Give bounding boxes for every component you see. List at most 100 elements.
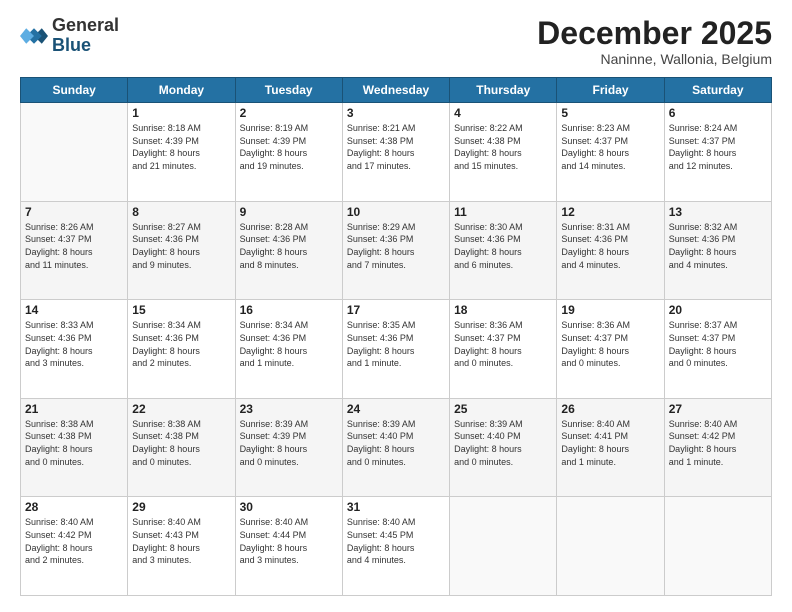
table-row: 6 Sunrise: 8:24 AMSunset: 4:37 PMDaylight…	[664, 103, 771, 202]
header-wednesday: Wednesday	[342, 78, 449, 103]
day-number: 8	[132, 205, 230, 219]
day-info: Sunrise: 8:30 AMSunset: 4:36 PMDaylight:…	[454, 221, 552, 271]
table-row: 8 Sunrise: 8:27 AMSunset: 4:36 PMDaylight…	[128, 201, 235, 300]
day-number: 14	[25, 303, 123, 317]
day-number: 4	[454, 106, 552, 120]
table-row: 11Sunrise: 8:30 AMSunset: 4:36 PMDayligh…	[450, 201, 557, 300]
day-number: 6	[669, 106, 767, 120]
calendar-table: Sunday Monday Tuesday Wednesday Thursday…	[20, 77, 772, 596]
table-row: 25 Sunrise: 8:39 AMSunset: 4:40 PMDayligh…	[450, 398, 557, 497]
day-number: 16	[240, 303, 338, 317]
day-number: 21	[25, 402, 123, 416]
table-row: 24 Sunrise: 8:39 AMSunset: 4:40 PMDayligh…	[342, 398, 449, 497]
day-number: 1	[132, 106, 230, 120]
table-row	[21, 103, 128, 202]
table-row: 20 Sunrise: 8:37 AMSunset: 4:37 PMDayligh…	[664, 300, 771, 399]
day-info: Sunrise: 8:31 AMSunset: 4:36 PMDaylight:…	[561, 221, 659, 271]
day-number: 28	[25, 500, 123, 514]
logo-general-text: General	[52, 15, 119, 35]
table-row	[664, 497, 771, 596]
title-block: December 2025 Naninne, Wallonia, Belgium	[537, 16, 772, 67]
day-info: Sunrise: 8:39 AMSunset: 4:40 PMDaylight:…	[454, 418, 552, 468]
day-info: Sunrise: 8:40 AMSunset: 4:43 PMDaylight:…	[132, 516, 230, 566]
day-info: Sunrise: 8:34 AMSunset: 4:36 PMDaylight:…	[240, 319, 338, 369]
day-number: 23	[240, 402, 338, 416]
weekday-header-row: Sunday Monday Tuesday Wednesday Thursday…	[21, 78, 772, 103]
day-info: Sunrise: 8:40 AMSunset: 4:42 PMDaylight:…	[25, 516, 123, 566]
month-title: December 2025	[537, 16, 772, 51]
table-row: 29 Sunrise: 8:40 AMSunset: 4:43 PMDayligh…	[128, 497, 235, 596]
table-row: 18Sunrise: 8:36 AMSunset: 4:37 PMDayligh…	[450, 300, 557, 399]
header-sunday: Sunday	[21, 78, 128, 103]
header-friday: Friday	[557, 78, 664, 103]
table-row: 28 Sunrise: 8:40 AMSunset: 4:42 PMDayligh…	[21, 497, 128, 596]
header-thursday: Thursday	[450, 78, 557, 103]
header: General Blue December 2025 Naninne, Wall…	[20, 16, 772, 67]
table-row: 30 Sunrise: 8:40 AMSunset: 4:44 PMDayligh…	[235, 497, 342, 596]
table-row: 1Sunrise: 8:18 AMSunset: 4:39 PMDaylight…	[128, 103, 235, 202]
table-row	[450, 497, 557, 596]
day-number: 17	[347, 303, 445, 317]
table-row: 14Sunrise: 8:33 AMSunset: 4:36 PMDayligh…	[21, 300, 128, 399]
table-row: 13Sunrise: 8:32 AMSunset: 4:36 PMDayligh…	[664, 201, 771, 300]
day-info: Sunrise: 8:38 AMSunset: 4:38 PMDaylight:…	[25, 418, 123, 468]
day-info: Sunrise: 8:26 AMSunset: 4:37 PMDaylight:…	[25, 221, 123, 271]
day-info: Sunrise: 8:32 AMSunset: 4:36 PMDaylight:…	[669, 221, 767, 271]
day-number: 29	[132, 500, 230, 514]
table-row: 21 Sunrise: 8:38 AMSunset: 4:38 PMDayligh…	[21, 398, 128, 497]
day-info: Sunrise: 8:34 AMSunset: 4:36 PMDaylight:…	[132, 319, 230, 369]
day-info: Sunrise: 8:22 AMSunset: 4:38 PMDaylight:…	[454, 122, 552, 172]
table-row: 12Sunrise: 8:31 AMSunset: 4:36 PMDayligh…	[557, 201, 664, 300]
table-row: 27Sunrise: 8:40 AMSunset: 4:42 PMDayligh…	[664, 398, 771, 497]
table-row: 3 Sunrise: 8:21 AMSunset: 4:38 PMDaylight…	[342, 103, 449, 202]
day-number: 19	[561, 303, 659, 317]
table-row: 23Sunrise: 8:39 AMSunset: 4:39 PMDayligh…	[235, 398, 342, 497]
day-info: Sunrise: 8:28 AMSunset: 4:36 PMDaylight:…	[240, 221, 338, 271]
table-row: 2 Sunrise: 8:19 AMSunset: 4:39 PMDaylight…	[235, 103, 342, 202]
logo-icon	[20, 22, 48, 50]
header-saturday: Saturday	[664, 78, 771, 103]
table-row: 10Sunrise: 8:29 AMSunset: 4:36 PMDayligh…	[342, 201, 449, 300]
day-number: 20	[669, 303, 767, 317]
day-info: Sunrise: 8:19 AMSunset: 4:39 PMDaylight:…	[240, 122, 338, 172]
day-info: Sunrise: 8:39 AMSunset: 4:40 PMDaylight:…	[347, 418, 445, 468]
day-number: 27	[669, 402, 767, 416]
day-number: 7	[25, 205, 123, 219]
day-info: Sunrise: 8:40 AMSunset: 4:45 PMDaylight:…	[347, 516, 445, 566]
logo-blue-text: Blue	[52, 35, 91, 55]
day-number: 18	[454, 303, 552, 317]
logo-text: General Blue	[52, 16, 119, 56]
day-number: 2	[240, 106, 338, 120]
day-info: Sunrise: 8:27 AMSunset: 4:36 PMDaylight:…	[132, 221, 230, 271]
day-number: 15	[132, 303, 230, 317]
day-info: Sunrise: 8:37 AMSunset: 4:37 PMDaylight:…	[669, 319, 767, 369]
table-row: 19Sunrise: 8:36 AMSunset: 4:37 PMDayligh…	[557, 300, 664, 399]
table-row: 9Sunrise: 8:28 AMSunset: 4:36 PMDaylight…	[235, 201, 342, 300]
day-number: 31	[347, 500, 445, 514]
day-number: 30	[240, 500, 338, 514]
day-info: Sunrise: 8:23 AMSunset: 4:37 PMDaylight:…	[561, 122, 659, 172]
page: General Blue December 2025 Naninne, Wall…	[0, 0, 792, 612]
table-row	[557, 497, 664, 596]
header-tuesday: Tuesday	[235, 78, 342, 103]
table-row: 5 Sunrise: 8:23 AMSunset: 4:37 PMDaylight…	[557, 103, 664, 202]
day-info: Sunrise: 8:24 AMSunset: 4:37 PMDaylight:…	[669, 122, 767, 172]
table-row: 22 Sunrise: 8:38 AMSunset: 4:38 PMDayligh…	[128, 398, 235, 497]
day-info: Sunrise: 8:38 AMSunset: 4:38 PMDaylight:…	[132, 418, 230, 468]
day-number: 24	[347, 402, 445, 416]
day-number: 25	[454, 402, 552, 416]
table-row: 7 Sunrise: 8:26 AMSunset: 4:37 PMDaylight…	[21, 201, 128, 300]
table-row: 31 Sunrise: 8:40 AMSunset: 4:45 PMDayligh…	[342, 497, 449, 596]
table-row: 15 Sunrise: 8:34 AMSunset: 4:36 PMDayligh…	[128, 300, 235, 399]
day-info: Sunrise: 8:40 AMSunset: 4:41 PMDaylight:…	[561, 418, 659, 468]
day-number: 22	[132, 402, 230, 416]
day-number: 5	[561, 106, 659, 120]
day-info: Sunrise: 8:21 AMSunset: 4:38 PMDaylight:…	[347, 122, 445, 172]
day-info: Sunrise: 8:29 AMSunset: 4:36 PMDaylight:…	[347, 221, 445, 271]
table-row: 4 Sunrise: 8:22 AMSunset: 4:38 PMDaylight…	[450, 103, 557, 202]
day-number: 3	[347, 106, 445, 120]
day-info: Sunrise: 8:40 AMSunset: 4:44 PMDaylight:…	[240, 516, 338, 566]
table-row: 16 Sunrise: 8:34 AMSunset: 4:36 PMDayligh…	[235, 300, 342, 399]
day-info: Sunrise: 8:35 AMSunset: 4:36 PMDaylight:…	[347, 319, 445, 369]
table-row: 26Sunrise: 8:40 AMSunset: 4:41 PMDayligh…	[557, 398, 664, 497]
